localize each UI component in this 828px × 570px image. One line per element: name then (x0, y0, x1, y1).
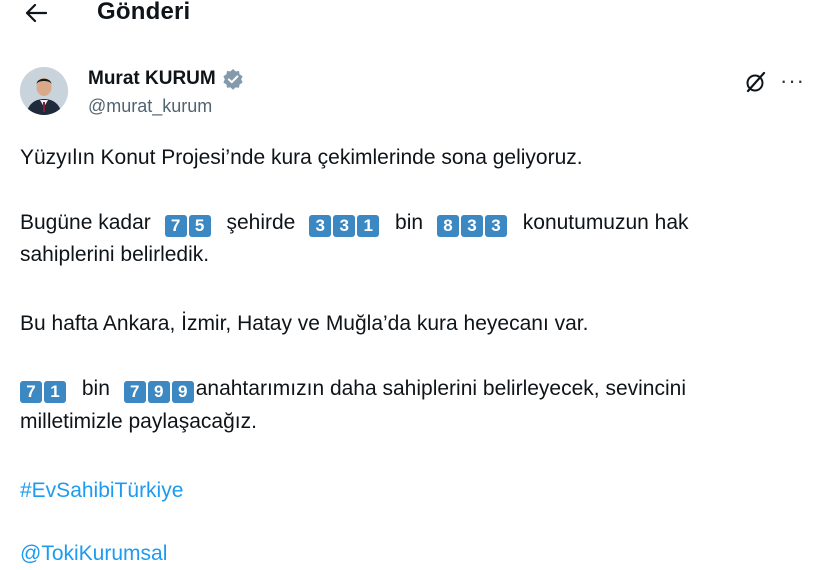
keycap-digit: 1 (357, 215, 380, 237)
text-segment: şehirde (226, 211, 296, 234)
author-name-row: Murat KURUM (88, 68, 244, 90)
post-paragraph-2-line-2: sahiplerini belirledik. (20, 243, 210, 266)
keycap-digit: 7 (164, 215, 187, 237)
back-button[interactable] (22, 0, 50, 26)
keycap-digit: 3 (484, 215, 507, 237)
grok-icon[interactable] (744, 70, 768, 94)
text-segment: bin (81, 377, 110, 400)
post-line-1: Yüzyılın Konut Projesi’nde kura çekimler… (20, 146, 583, 169)
keycap-digit: 7 (123, 381, 146, 403)
keycap-digit: 1 (44, 381, 66, 403)
keycap-digit: 3 (309, 215, 332, 237)
keycap-digit: 3 (333, 215, 356, 237)
keycap-digit: 9 (171, 381, 194, 403)
text-segment: bin (395, 211, 424, 234)
keycap-digit: 9 (147, 381, 170, 403)
arrow-left-icon (25, 4, 47, 22)
text-segment: anahtarımızın daha sahiplerini belirleye… (195, 377, 686, 400)
keycap-digit: 7 (20, 381, 42, 403)
verified-badge-icon (223, 69, 243, 90)
text-segment: Bugüne kadar (20, 211, 151, 234)
hashtag-link[interactable]: #EvSahibiTürkiye (20, 475, 183, 507)
post-paragraph-2: Bugüne kadar 75 şehirde 331 bin 833 konu… (20, 207, 689, 239)
text-segment: konutumuzun hak (522, 211, 689, 234)
keycap-digit: 5 (188, 215, 211, 237)
author-name[interactable]: Murat KURUM (88, 68, 216, 90)
avatar[interactable] (20, 67, 68, 115)
post-paragraph-4: 71 bin 7 9 9 anahtarımızın daha sahiplerini… (20, 373, 686, 405)
mention-link[interactable]: @TokiKurumsal (20, 538, 167, 570)
more-dots-icon[interactable]: ··· (780, 68, 805, 94)
keycap-digit: 3 (460, 215, 483, 237)
page-title: Gönderi (97, 0, 191, 25)
header: Gönderi (0, 0, 828, 34)
keycap-digit: 8 (436, 215, 459, 237)
author-handle[interactable]: @murat_kurum (88, 96, 212, 117)
post-paragraph-4-line-2: milletimizle paylaşacağız. (20, 410, 257, 433)
post-line-3: Bu hafta Ankara, İzmir, Hatay ve Muğla’d… (20, 312, 589, 335)
